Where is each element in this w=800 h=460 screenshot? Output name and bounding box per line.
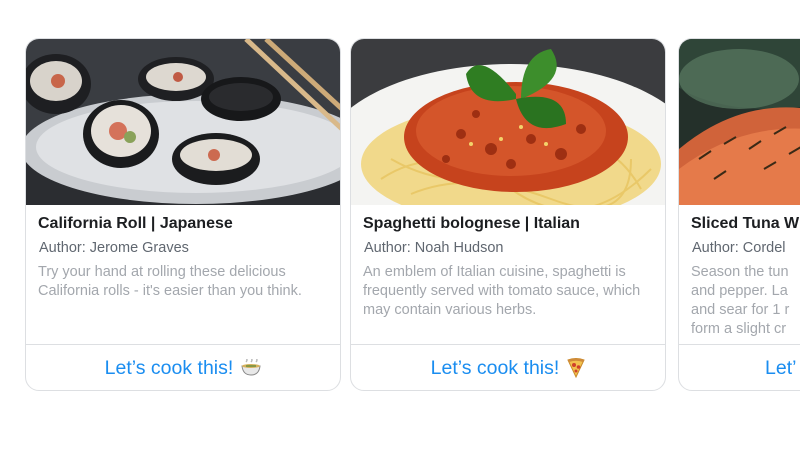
- bowl-icon: [241, 359, 261, 377]
- recipe-title: California Roll | Japanese: [38, 215, 233, 232]
- recipe-author: Author: Cordel: [692, 240, 786, 256]
- recipe-description: Season the tun and pepper. La and sear f…: [691, 264, 790, 337]
- recipe-author: Author: Jerome Graves: [39, 240, 189, 256]
- cook-this-label: Let’: [765, 356, 797, 379]
- recipe-carousel: California Roll | Japanese Author: Jerom…: [0, 0, 800, 460]
- recipe-photo-sushi: [26, 39, 340, 205]
- recipe-card-california-roll[interactable]: California Roll | Japanese Author: Jerom…: [25, 38, 341, 391]
- recipe-photo-tuna: [679, 39, 800, 205]
- recipe-photo-spaghetti: [351, 39, 665, 205]
- recipe-author: Author: Noah Hudson: [364, 240, 504, 256]
- cook-this-label: Let’s cook this!: [430, 356, 560, 379]
- cook-this-button[interactable]: Let’s cook this!: [351, 345, 665, 390]
- recipe-card-spaghetti-bolognese[interactable]: Spaghetti bolognese | Italian Author: No…: [350, 38, 666, 391]
- pizza-icon: [567, 358, 585, 378]
- cook-this-label: Let’s cook this!: [104, 356, 234, 379]
- recipe-description: Try your hand at rolling these delicious…: [38, 264, 302, 299]
- recipe-title: Spaghetti bolognese | Italian: [363, 215, 580, 232]
- recipe-title: Sliced Tuna W: [691, 215, 800, 232]
- recipe-card-sliced-tuna[interactable]: Sliced Tuna W Author: Cordel Season the …: [678, 38, 800, 391]
- recipe-description: An emblem of Italian cuisine, spaghetti …: [363, 264, 641, 318]
- cook-this-button[interactable]: Let’s cook this!: [26, 345, 340, 390]
- cook-this-button[interactable]: Let’: [679, 345, 800, 390]
